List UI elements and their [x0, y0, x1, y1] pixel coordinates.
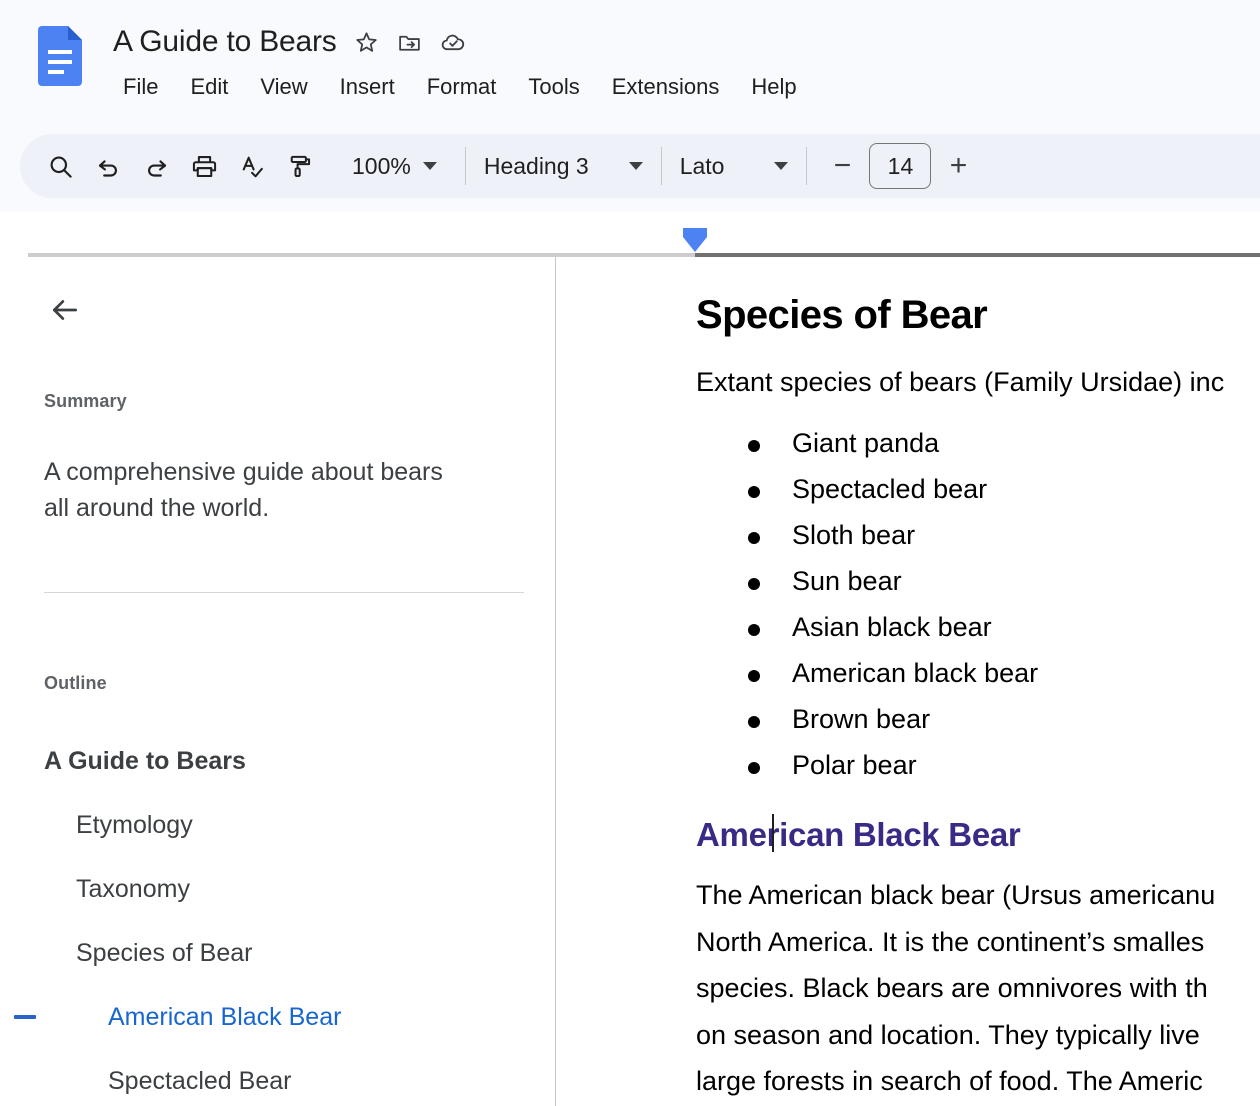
menu-item-view[interactable]: View — [244, 70, 323, 104]
back-arrow-icon[interactable] — [44, 289, 86, 331]
redo-icon[interactable] — [132, 142, 180, 190]
outline-item-label: Taxonomy — [76, 874, 190, 903]
chevron-down-icon — [628, 162, 643, 170]
outline-list: A Guide to Bears Etymology Taxonomy Spec… — [0, 729, 555, 1106]
star-icon[interactable] — [354, 29, 380, 55]
menu-item-edit[interactable]: Edit — [174, 70, 244, 104]
menu-item-help[interactable]: Help — [735, 70, 812, 104]
menu-item-file[interactable]: File — [113, 70, 174, 104]
list-item[interactable]: Brown bear — [696, 697, 1260, 743]
outline-item-label: Spectacled Bear — [108, 1066, 292, 1095]
indent-marker-bar — [683, 228, 707, 237]
document-content: Species of Bear Extant species of bears … — [696, 257, 1260, 1105]
document-page[interactable]: Species of Bear Extant species of bears … — [557, 257, 1260, 1106]
outline-item-etymology[interactable]: Etymology — [0, 793, 555, 857]
print-icon[interactable] — [180, 142, 228, 190]
toolbar-divider — [660, 147, 662, 185]
outline-sidebar: Summary A comprehensive guide about bear… — [0, 257, 556, 1106]
subsection-heading[interactable]: American Black Bear — [696, 788, 1260, 854]
list-item[interactable]: Polar bear — [696, 743, 1260, 789]
font-family-value: Lato — [679, 152, 725, 179]
undo-icon[interactable] — [84, 142, 132, 190]
chevron-down-icon — [774, 162, 789, 170]
indent-marker-triangle — [683, 237, 707, 252]
summary-label: Summary — [44, 391, 127, 411]
outline-item-species-of-bear[interactable]: Species of Bear — [0, 921, 555, 985]
indent-marker-icon[interactable] — [683, 228, 707, 256]
menu-bar: File Edit View Insert Format Tools Exten… — [113, 70, 813, 104]
paragraph-style-dropdown[interactable]: Heading 3 — [484, 153, 643, 180]
paint-format-icon[interactable] — [276, 142, 324, 190]
search-icon[interactable] — [36, 142, 84, 190]
list-item[interactable]: Sun bear — [696, 559, 1260, 605]
body-line: large forests in search of food. The Ame… — [696, 1066, 1203, 1097]
document-title[interactable]: A Guide to Bears — [113, 25, 337, 59]
collapse-minus-icon[interactable] — [14, 1015, 36, 1019]
decrease-font-size-button[interactable]: − — [825, 146, 859, 186]
body-line: The American black bear (Ursus americanu — [696, 880, 1216, 911]
cloud-saved-icon[interactable] — [440, 29, 466, 55]
outline-item-label: A Guide to Bears — [44, 746, 246, 775]
outline-item-american-black-bear[interactable]: American Black Bear — [0, 985, 555, 1049]
font-size-stepper: − 14 + — [825, 143, 975, 189]
body-line: on season and location. They typically l… — [696, 1019, 1200, 1050]
list-item[interactable]: Giant panda — [696, 421, 1260, 467]
list-item[interactable]: Sloth bear — [696, 513, 1260, 559]
menu-item-format[interactable]: Format — [411, 70, 513, 104]
body-paragraph[interactable]: The American black bear (Ursus americanu… — [696, 854, 1260, 1104]
ruler[interactable] — [0, 212, 1260, 257]
subsection-heading-text: American Black Bear — [696, 816, 1021, 854]
menu-item-insert[interactable]: Insert — [324, 70, 411, 104]
app-header: A Guide to Bears File Edit View Insert F… — [0, 0, 1260, 212]
list-item[interactable]: American black bear — [696, 651, 1260, 697]
google-docs-icon[interactable] — [36, 24, 84, 86]
spellcheck-icon[interactable] — [228, 142, 276, 190]
zoom-dropdown[interactable]: 100% — [342, 149, 447, 184]
formatting-toolbar: 100% Heading 3 Lato − 14 + — [20, 134, 1260, 198]
summary-text[interactable]: A comprehensive guide about bears all ar… — [44, 455, 474, 526]
outline-item-a-guide-to-bears[interactable]: A Guide to Bears — [0, 729, 555, 793]
list-item[interactable]: Asian black bear — [696, 605, 1260, 651]
font-size-input[interactable]: 14 — [869, 143, 932, 189]
outline-item-label: Etymology — [76, 810, 193, 839]
outline-item-label: Species of Bear — [76, 938, 253, 967]
toolbar-divider — [464, 147, 466, 185]
sidebar-divider — [44, 592, 524, 593]
title-row: A Guide to Bears — [113, 20, 466, 64]
outline-item-label: American Black Bear — [108, 1002, 342, 1031]
menu-item-extensions[interactable]: Extensions — [596, 70, 736, 104]
outline-item-taxonomy[interactable]: Taxonomy — [0, 857, 555, 921]
chevron-down-icon — [422, 162, 437, 170]
section-heading[interactable]: Species of Bear — [696, 257, 1260, 338]
outline-label: Outline — [44, 673, 107, 693]
font-family-dropdown[interactable]: Lato — [680, 153, 789, 180]
intro-paragraph[interactable]: Extant species of bears (Family Ursidae)… — [696, 338, 1260, 405]
body-line: North America. It is the continent’s sma… — [696, 926, 1205, 957]
paragraph-style-value: Heading 3 — [483, 152, 589, 179]
editor-body: Summary A comprehensive guide about bear… — [0, 257, 1260, 1106]
increase-font-size-button[interactable]: + — [941, 146, 975, 186]
list-item[interactable]: Spectacled bear — [696, 467, 1260, 513]
text-cursor — [772, 814, 774, 853]
menu-item-tools[interactable]: Tools — [512, 70, 595, 104]
body-line: species. Black bears are omnivores with … — [696, 973, 1208, 1004]
outline-item-spectacled-bear[interactable]: Spectacled Bear — [0, 1049, 555, 1106]
toolbar-divider — [806, 147, 808, 185]
species-list: Giant panda Spectacled bear Sloth bear S… — [696, 405, 1260, 788]
move-to-folder-icon[interactable] — [397, 29, 423, 55]
zoom-level-value: 100% — [352, 152, 411, 179]
